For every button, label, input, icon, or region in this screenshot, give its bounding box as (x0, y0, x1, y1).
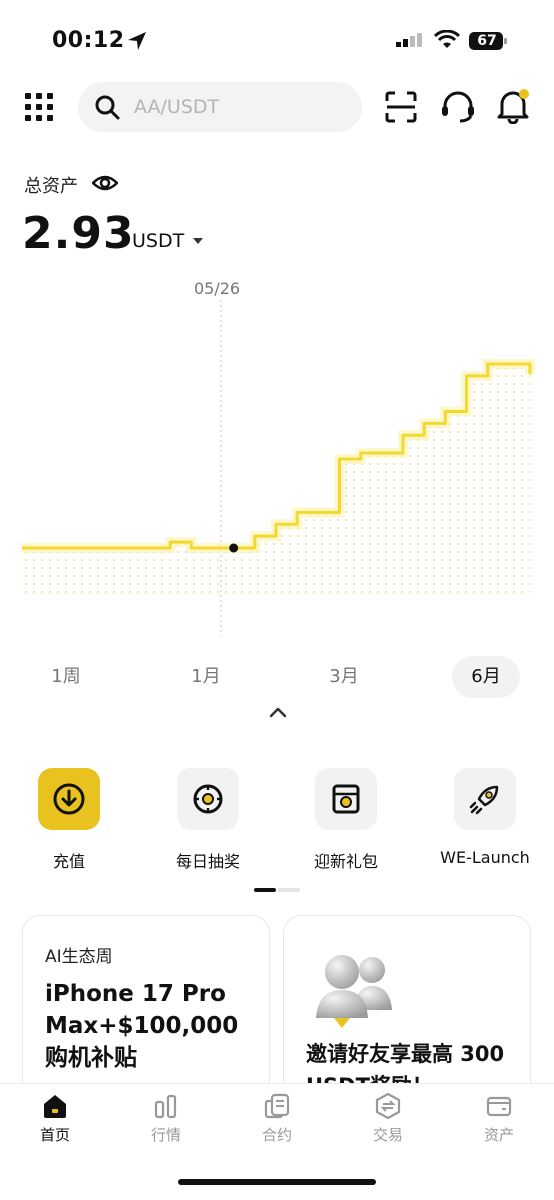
chart-highlight-point (229, 543, 239, 553)
deposit-icon-box[interactable] (38, 768, 100, 830)
quick-action-daily-lottery[interactable]: 每日抽奖 (148, 768, 268, 878)
nav-label: 首页 (39, 1126, 70, 1144)
quick-action-label: 每日抽奖 (175, 852, 240, 871)
page-dot-active (254, 888, 276, 892)
trade-icon (375, 1092, 401, 1120)
nav-label: 合约 (261, 1126, 292, 1144)
gift-pack-icon (332, 784, 360, 814)
search-input[interactable] (134, 94, 344, 120)
chevron-up-icon[interactable] (268, 704, 288, 720)
promo-tag: AI生态周 (45, 947, 113, 967)
location-arrow-icon (128, 32, 146, 50)
scan-icon[interactable] (384, 90, 418, 124)
status-time: 00:12 (52, 28, 125, 53)
range-tab-1w[interactable]: 1周 (22, 656, 110, 698)
promo-title: iPhone 17 Pro Max+$100,000 购机补贴 (45, 981, 239, 1071)
quick-action-we-launch[interactable]: WE-Launch (425, 768, 545, 878)
nav-assets[interactable]: 资产 (444, 1092, 554, 1152)
contract-icon (264, 1093, 290, 1119)
grid-menu-icon[interactable] (24, 92, 54, 122)
page-dot-inactive (278, 888, 300, 892)
lottery-icon (193, 784, 223, 814)
home-icon (44, 1095, 66, 1118)
notification-bell-icon[interactable] (496, 88, 530, 124)
search-icon (95, 95, 120, 120)
quick-action-deposit[interactable]: 充值 (9, 768, 129, 878)
caret-down-icon[interactable] (192, 236, 204, 246)
total-assets-label: 总资产 (24, 176, 78, 197)
market-icon (154, 1094, 177, 1119)
quick-action-label: 充值 (52, 852, 85, 871)
wallet-icon (486, 1096, 512, 1117)
rocket-icon (469, 785, 499, 815)
range-tab-6m[interactable]: 6月 (452, 656, 520, 698)
range-tab-3m[interactable]: 3月 (300, 656, 388, 698)
nav-label: 交易 (372, 1126, 403, 1144)
friends-avatar-icon (316, 955, 392, 1028)
eye-icon[interactable] (92, 172, 118, 194)
chart-area-fill (22, 364, 530, 596)
quick-action-welcome-pack[interactable]: 迎新礼包 (286, 768, 406, 878)
nav-home[interactable]: 首页 (0, 1092, 110, 1152)
total-assets-value: 2.93 (22, 208, 135, 259)
nav-trade[interactable]: 交易 (333, 1092, 443, 1152)
signal-icon (396, 33, 422, 47)
wifi-icon (434, 30, 460, 48)
support-headset-icon[interactable] (440, 90, 476, 124)
range-tab-1m[interactable]: 1月 (162, 656, 250, 698)
quick-action-label: WE-Launch (440, 848, 530, 867)
deposit-icon (53, 783, 85, 815)
chart-selected-date: 05/26 (194, 279, 241, 298)
gift-pack-icon-box[interactable] (315, 768, 377, 830)
lottery-icon-box[interactable] (177, 768, 239, 830)
time-range-tabs: 1周 1月 3月 6月 (0, 656, 554, 698)
search-bar[interactable] (78, 82, 362, 132)
rocket-icon-box[interactable] (454, 768, 516, 830)
status-bar: 00:12 67 (0, 0, 554, 80)
home-indicator (178, 1179, 376, 1185)
nav-market[interactable]: 行情 (111, 1092, 221, 1152)
asset-chart[interactable] (0, 270, 554, 640)
battery-level: 67 (477, 33, 497, 49)
nav-label: 资产 (483, 1126, 514, 1144)
quick-action-label: 迎新礼包 (313, 852, 378, 871)
nav-contract[interactable]: 合约 (222, 1092, 332, 1152)
assets-unit-selector[interactable]: USDT (132, 230, 184, 252)
carousel-page-indicator (254, 888, 300, 892)
nav-label: 行情 (150, 1126, 181, 1144)
